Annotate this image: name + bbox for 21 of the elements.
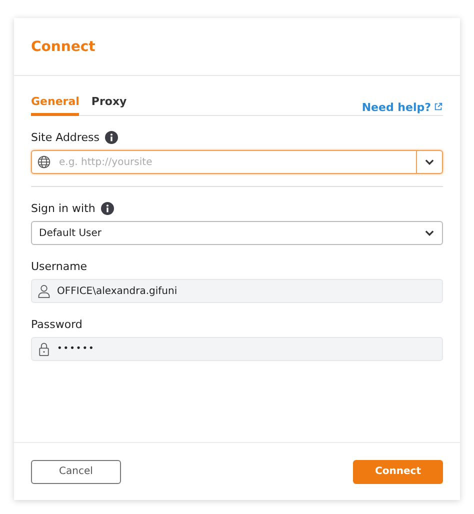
username-field[interactable]: OFFICE\alexandra.gifuni <box>31 279 443 303</box>
site-address-field[interactable]: e.g. http://yoursite <box>31 150 443 174</box>
lock-icon <box>37 342 51 356</box>
external-link-icon <box>434 102 443 111</box>
dialog-title: Connect <box>31 38 96 54</box>
info-icon <box>105 130 118 144</box>
address-input[interactable]: e.g. http://yoursite <box>57 156 416 168</box>
user-icon <box>37 284 51 298</box>
globe-icon <box>37 155 51 169</box>
field-label: Username <box>31 260 88 272</box>
field-label: Site Address <box>31 130 100 144</box>
info-icon <box>101 202 114 214</box>
sign-in-dropdown[interactable]: Default User <box>31 221 443 245</box>
chevron-down-icon[interactable] <box>425 159 434 165</box>
tab[interactable]: Proxy <box>91 92 127 116</box>
field-label: Password <box>31 318 82 330</box>
password-field[interactable]: •••••• <box>31 337 443 361</box>
chevron-down-icon <box>425 230 434 236</box>
field-label: Sign in with <box>31 202 96 214</box>
help-link[interactable]: Need help? <box>362 101 431 114</box>
cancel-button[interactable]: Cancel <box>31 460 121 484</box>
